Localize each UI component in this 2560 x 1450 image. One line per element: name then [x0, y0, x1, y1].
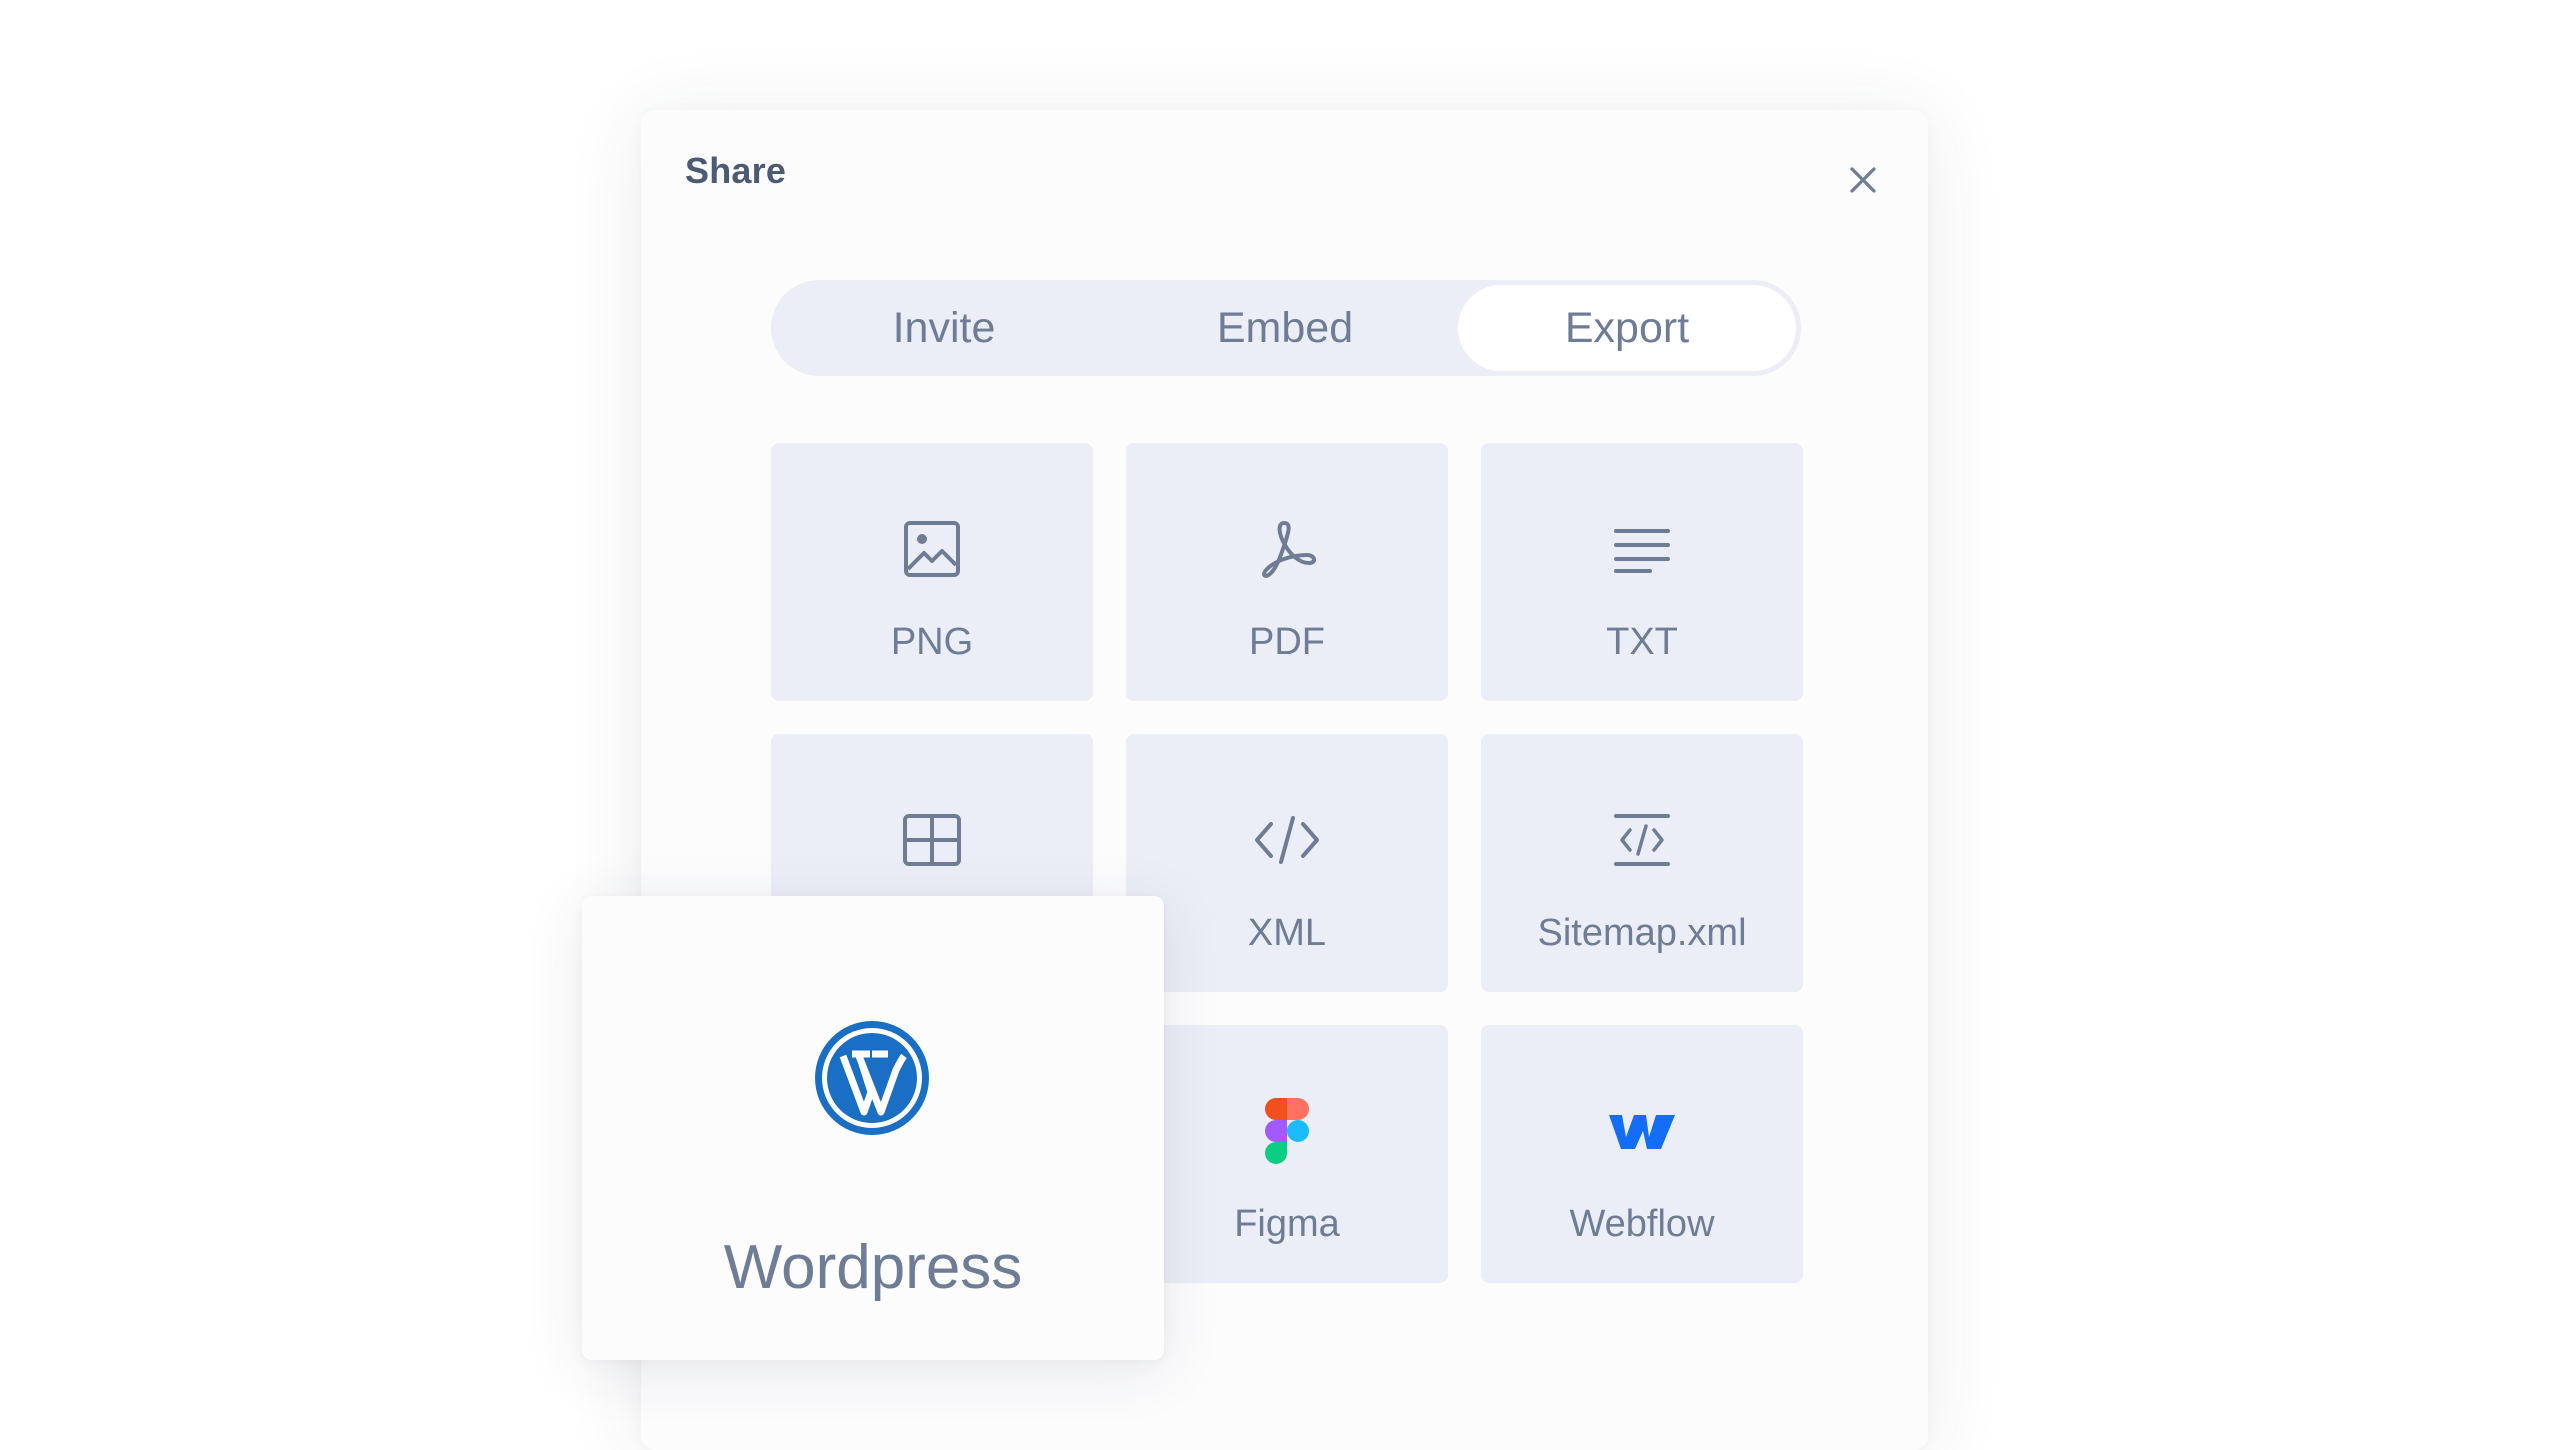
- export-sitemap-label: Sitemap.xml: [1537, 912, 1747, 954]
- export-txt-tile[interactable]: TXT: [1481, 443, 1803, 701]
- export-figma-label: Figma: [1234, 1203, 1340, 1245]
- export-png-tile[interactable]: PNG: [771, 443, 1093, 701]
- export-xml-tile[interactable]: XML: [1126, 734, 1448, 992]
- sitemap-code-icon: [1614, 814, 1670, 866]
- export-txt-label: TXT: [1606, 621, 1678, 663]
- wordpress-logo-icon: [815, 1021, 929, 1135]
- export-webflow-tile[interactable]: Webflow: [1481, 1025, 1803, 1283]
- tab-invite[interactable]: Invite: [776, 285, 1112, 371]
- webflow-logo-icon: [1609, 1115, 1675, 1149]
- tab-embed[interactable]: Embed: [1117, 285, 1453, 371]
- tab-export[interactable]: Export: [1458, 285, 1796, 371]
- code-icon: [1255, 816, 1319, 864]
- export-figma-tile[interactable]: Figma: [1126, 1025, 1448, 1283]
- export-xml-label: XML: [1247, 912, 1327, 954]
- table-grid-icon: [903, 814, 961, 866]
- export-wordpress-label: Wordpress: [723, 1233, 1023, 1302]
- export-wordpress-card[interactable]: Wordpress: [582, 896, 1164, 1360]
- close-button[interactable]: [1839, 156, 1887, 204]
- export-pdf-tile[interactable]: PDF: [1126, 443, 1448, 701]
- pdf-icon: [1262, 521, 1316, 578]
- image-icon: [904, 521, 960, 577]
- export-sitemap-tile[interactable]: Sitemap.xml: [1481, 734, 1803, 992]
- export-png-label: PNG: [890, 621, 974, 663]
- dialog-title: Share: [685, 150, 787, 191]
- share-tabs: Invite Embed Export: [771, 280, 1801, 376]
- export-webflow-label: Webflow: [1569, 1203, 1715, 1245]
- export-pdf-label: PDF: [1249, 621, 1325, 663]
- text-lines-icon: [1614, 529, 1670, 573]
- close-icon: [1850, 167, 1876, 193]
- figma-logo-icon: [1265, 1098, 1309, 1164]
